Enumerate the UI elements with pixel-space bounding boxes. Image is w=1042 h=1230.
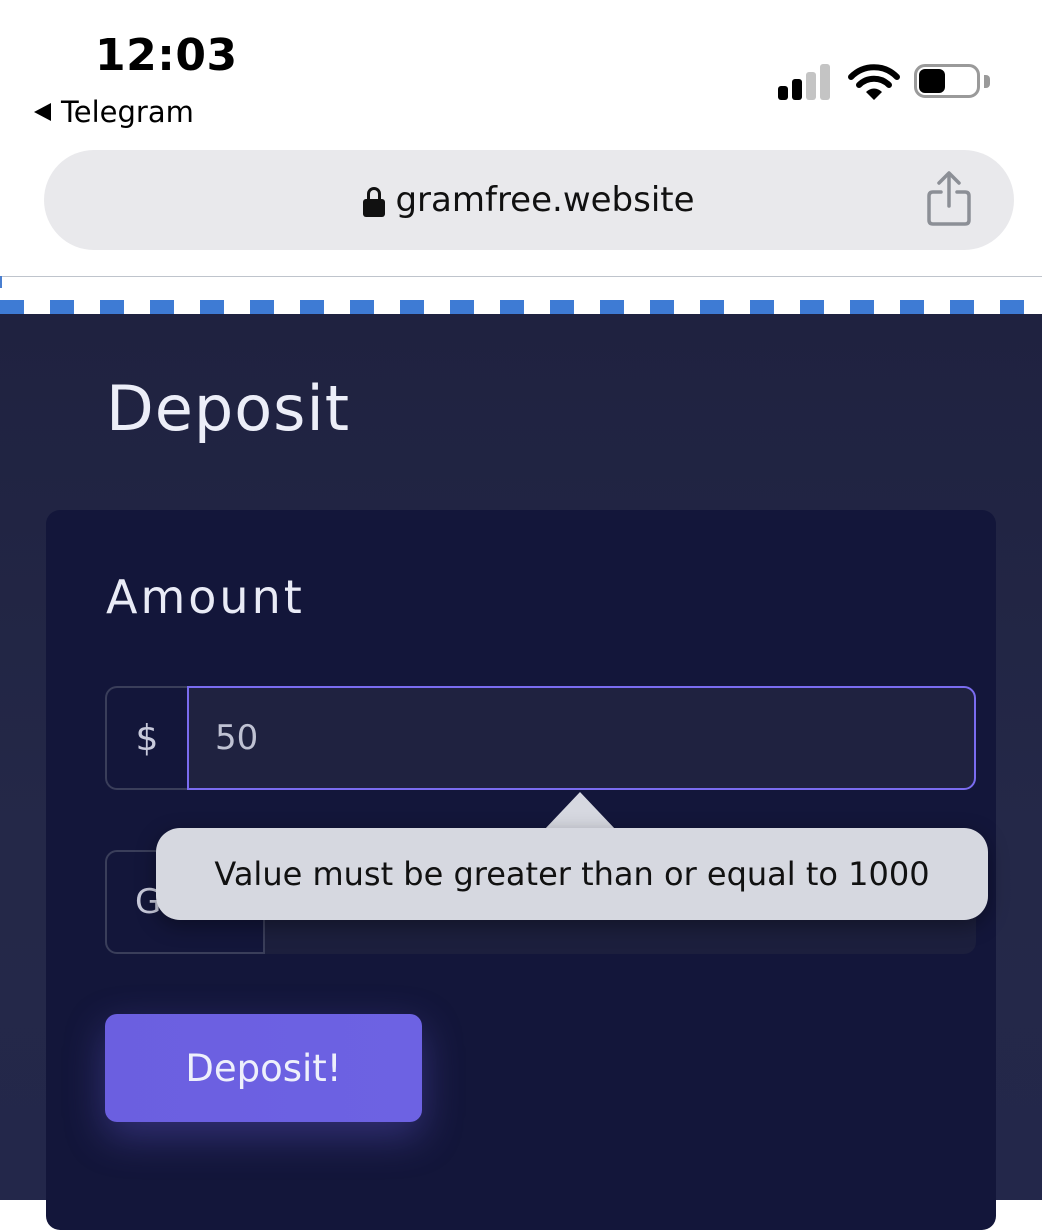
validation-tooltip: Value must be greater than or equal to 1… (156, 828, 988, 920)
toolbar-divider (0, 276, 1042, 277)
status-time: 12:03 (95, 30, 238, 81)
back-app-label: Telegram (61, 95, 194, 129)
deposit-submit-button[interactable]: Deposit! (105, 1014, 422, 1122)
page-edge-marker (0, 276, 2, 288)
page-content: Deposit Amount $ G Deposit! (0, 314, 1042, 1230)
address-bar[interactable]: gramfree.website (44, 150, 1014, 250)
url-text: gramfree.website (395, 180, 695, 220)
amount-input[interactable] (187, 686, 976, 790)
currency-prefix: $ (105, 686, 187, 790)
back-arrow-icon (34, 103, 51, 121)
share-icon[interactable] (924, 170, 974, 228)
page-title: Deposit (106, 372, 351, 445)
signal-icon (778, 64, 832, 100)
amount-label: Amount (106, 570, 305, 624)
dashed-border (0, 300, 1042, 314)
back-to-app-link[interactable]: Telegram (34, 94, 194, 130)
wifi-icon (848, 64, 900, 100)
lock-icon (363, 187, 386, 217)
validation-tooltip-arrow (544, 792, 616, 830)
battery-icon (914, 64, 992, 102)
status-bar: 12:03 Telegram (0, 0, 1042, 140)
